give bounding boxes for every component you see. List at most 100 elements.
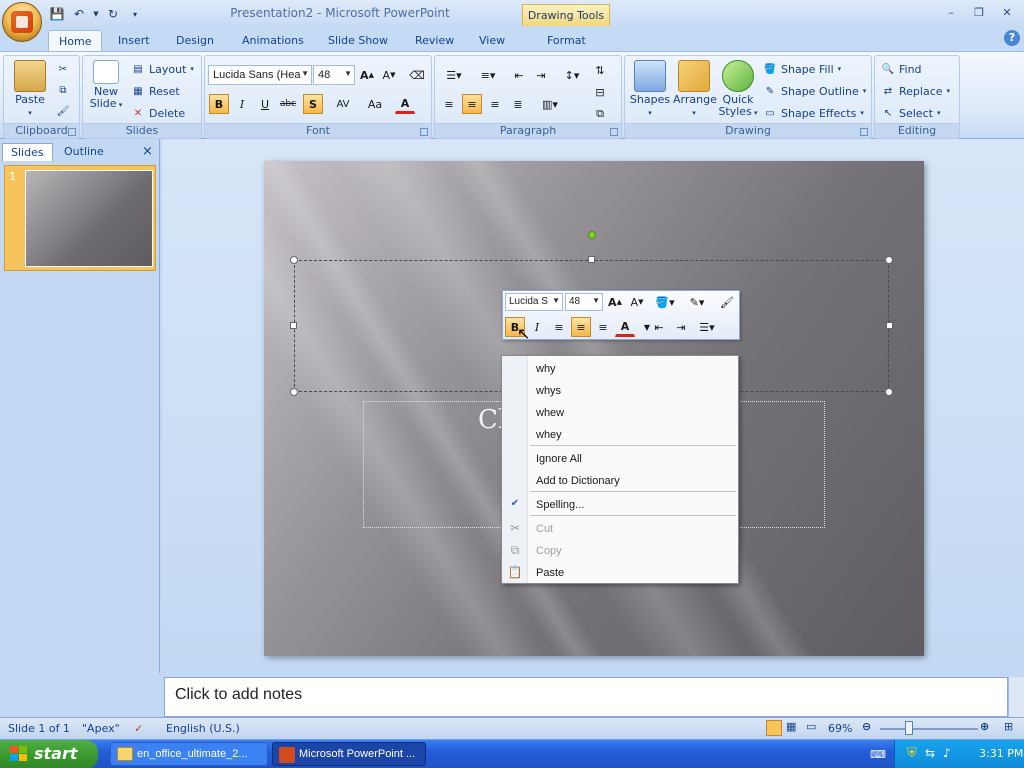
- taskbar-item-explorer[interactable]: en_office_ultimate_2...: [110, 742, 268, 766]
- mini-align-right-icon[interactable]: ≡: [593, 317, 613, 337]
- clipboard-launcher-icon[interactable]: [68, 128, 76, 136]
- tab-outline-pane[interactable]: Outline: [56, 143, 112, 161]
- increase-indent-icon[interactable]: ⇥: [531, 65, 551, 85]
- network-icon[interactable]: ⇆: [925, 746, 935, 760]
- font-color-button[interactable]: A: [395, 94, 415, 114]
- restore-button[interactable]: ❐: [966, 4, 992, 20]
- mini-font-color-button[interactable]: A: [615, 317, 635, 337]
- shape-outline-button[interactable]: ✎ Shape Outline ▾: [763, 82, 866, 100]
- language[interactable]: English (U.S.): [166, 722, 240, 735]
- close-button[interactable]: ✕: [994, 4, 1020, 20]
- numbering-icon[interactable]: ≡▾: [473, 65, 503, 85]
- tab-design[interactable]: Design: [166, 30, 224, 52]
- add-to-dictionary-item[interactable]: Add to Dictionary: [536, 475, 620, 487]
- underline-button[interactable]: U: [255, 94, 275, 114]
- tab-review[interactable]: Review: [405, 30, 464, 52]
- tab-insert[interactable]: Insert: [108, 30, 160, 52]
- resize-handle[interactable]: [290, 256, 298, 264]
- zoom-out-icon[interactable]: ⊖: [862, 720, 871, 733]
- align-left-icon[interactable]: ≡: [439, 94, 459, 114]
- bold-button[interactable]: B: [209, 94, 229, 114]
- taskbar-item-powerpoint[interactable]: Microsoft PowerPoint ...: [272, 742, 426, 766]
- center-icon[interactable]: ≡: [462, 94, 482, 114]
- suggestion-whys[interactable]: whys: [536, 385, 561, 397]
- slide-sorter-icon[interactable]: ▦: [786, 720, 796, 733]
- tab-home[interactable]: Home: [48, 30, 103, 52]
- reset-button[interactable]: ▦ Reset: [131, 82, 179, 100]
- find-button[interactable]: 🔍 Find: [881, 60, 922, 78]
- slide-thumbnail-selected[interactable]: 1: [4, 165, 156, 271]
- decrease-indent-icon[interactable]: ⇤: [509, 65, 529, 85]
- mini-center-icon[interactable]: ≡: [571, 317, 591, 337]
- new-slide-button[interactable]: New Slide ▾: [89, 60, 123, 111]
- resize-handle[interactable]: [886, 322, 893, 329]
- paragraph-launcher-icon[interactable]: [610, 128, 618, 136]
- replace-button[interactable]: ⇄ Replace ▾: [881, 82, 950, 100]
- character-spacing-button[interactable]: AV: [329, 94, 357, 114]
- mini-bullets-icon[interactable]: ☰▾: [693, 317, 721, 337]
- cut-icon[interactable]: ✂: [56, 62, 70, 76]
- justify-icon[interactable]: ≣: [508, 94, 528, 114]
- paste-button[interactable]: Paste ▾: [10, 60, 50, 119]
- mini-format-painter-icon[interactable]: 🖌: [717, 292, 737, 312]
- zoom-in-icon[interactable]: ⊕: [980, 720, 989, 733]
- resize-handle[interactable]: [885, 256, 893, 264]
- mini-increase-indent-icon[interactable]: ⇥: [671, 317, 691, 337]
- fit-to-window-icon[interactable]: ⊞: [1004, 720, 1013, 733]
- zoom-level[interactable]: 69%: [828, 722, 852, 735]
- italic-button[interactable]: I: [232, 94, 252, 114]
- close-pane-icon[interactable]: ×: [138, 143, 157, 161]
- minimize-button[interactable]: –: [938, 4, 964, 20]
- mini-align-left-icon[interactable]: ≡: [549, 317, 569, 337]
- mini-highlight-icon[interactable]: 🪣▾: [651, 292, 679, 312]
- keyboard-icon[interactable]: ⌨: [870, 748, 886, 761]
- smartart-icon[interactable]: ⧉: [590, 104, 610, 124]
- tab-view[interactable]: View: [469, 30, 515, 52]
- font-launcher-icon[interactable]: [420, 128, 428, 136]
- bullets-icon[interactable]: ☰▾: [439, 65, 469, 85]
- suggestion-whey[interactable]: whey: [536, 429, 562, 441]
- tab-slides-pane[interactable]: Slides: [2, 143, 53, 161]
- columns-icon[interactable]: ▥▾: [535, 94, 565, 114]
- align-text-icon[interactable]: ⊟: [590, 82, 610, 102]
- change-case-button[interactable]: Aa: [361, 94, 389, 114]
- normal-view-icon[interactable]: [766, 720, 782, 736]
- resize-handle[interactable]: [588, 256, 595, 263]
- tab-animations[interactable]: Animations: [232, 30, 314, 52]
- paste-item[interactable]: Paste: [536, 567, 564, 579]
- rotate-handle[interactable]: [588, 231, 596, 239]
- spell-check-icon[interactable]: ✓: [134, 722, 143, 735]
- tab-format[interactable]: Format: [537, 30, 596, 52]
- quick-styles-button[interactable]: Quick Styles ▾: [717, 60, 759, 119]
- delete-button[interactable]: ✕ Delete: [131, 104, 185, 122]
- format-painter-icon[interactable]: 🖌: [56, 104, 70, 118]
- mini-font-name-box[interactable]: Lucida S ▼: [505, 293, 563, 311]
- office-button[interactable]: [2, 2, 42, 42]
- clear-formatting-icon[interactable]: ⌫: [407, 65, 427, 85]
- align-right-icon[interactable]: ≡: [485, 94, 505, 114]
- shape-fill-button[interactable]: 🪣 Shape Fill ▾: [763, 60, 841, 78]
- mini-shrink-font-icon[interactable]: A ▼: [627, 292, 647, 312]
- shrink-font-icon[interactable]: A ▼: [379, 65, 399, 85]
- font-size-box[interactable]: 48 ▼: [313, 65, 355, 85]
- grow-font-icon[interactable]: A ▲: [357, 65, 377, 85]
- font-name-box[interactable]: Lucida Sans (Hea ▼: [208, 65, 312, 85]
- mini-font-size-box[interactable]: 48 ▼: [565, 293, 603, 311]
- line-spacing-icon[interactable]: ↕▾: [557, 65, 587, 85]
- shape-effects-button[interactable]: ▭ Shape Effects ▾: [763, 104, 864, 122]
- notes-pane[interactable]: Click to add notes: [164, 677, 1008, 717]
- suggestion-whew[interactable]: whew: [536, 407, 564, 419]
- arrange-button[interactable]: Arrange ▾: [673, 60, 717, 119]
- shapes-button[interactable]: Shapes ▾: [629, 60, 671, 119]
- drawing-launcher-icon[interactable]: [860, 128, 868, 136]
- layout-button[interactable]: ▤ Layout ▾: [131, 60, 194, 78]
- shadow-button[interactable]: S: [303, 94, 323, 114]
- mini-grow-font-icon[interactable]: A ▲: [605, 292, 625, 312]
- ignore-all-item[interactable]: Ignore All: [536, 453, 582, 465]
- zoom-slider[interactable]: [880, 728, 978, 730]
- strikethrough-button[interactable]: abc: [278, 94, 298, 114]
- notes-scrollbar[interactable]: [1008, 677, 1024, 717]
- resize-handle[interactable]: [290, 322, 297, 329]
- tab-slide-show[interactable]: Slide Show: [318, 30, 398, 52]
- resize-handle[interactable]: [885, 388, 893, 396]
